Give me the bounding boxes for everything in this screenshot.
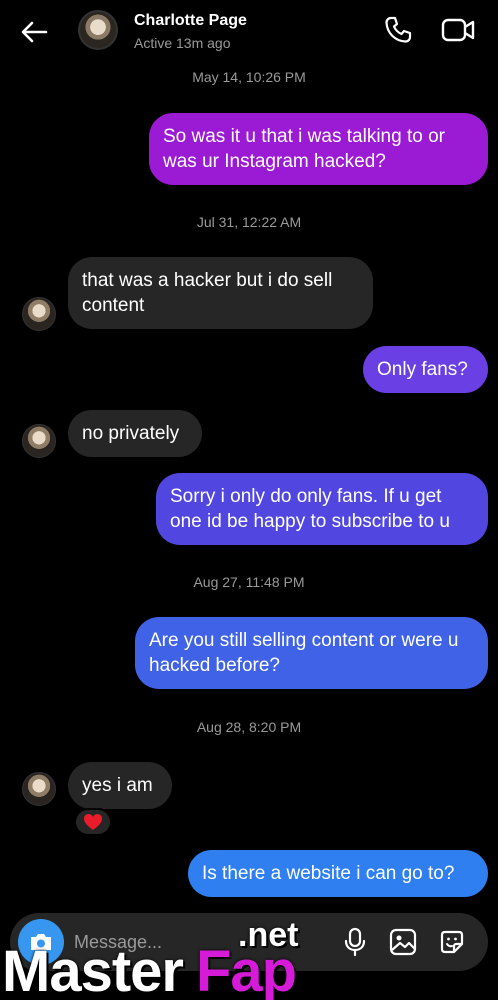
message-timestamp: Aug 28, 8:20 PM <box>196 719 302 735</box>
video-camera-icon[interactable] <box>440 14 476 46</box>
incoming-message[interactable]: yes i am <box>68 762 172 809</box>
contact-mini-avatar[interactable] <box>22 424 56 458</box>
camera-button[interactable] <box>18 919 64 965</box>
contact-avatar[interactable] <box>78 10 118 50</box>
message-timestamp: Jul 31, 12:22 AM <box>196 214 302 230</box>
incoming-message[interactable]: that was a hacker but i do sell content <box>68 257 373 329</box>
contact-mini-avatar[interactable] <box>22 772 56 806</box>
heart-icon <box>84 814 102 830</box>
sticker-icon[interactable] <box>437 927 467 957</box>
contact-status: Active 13m ago <box>134 35 231 51</box>
outgoing-message[interactable]: Are you still selling content or were u … <box>135 617 488 689</box>
outgoing-message[interactable]: Sorry i only do only fans. If u get one … <box>156 473 488 545</box>
outgoing-message[interactable]: Only fans? <box>363 346 488 393</box>
message-timestamp: May 14, 10:26 PM <box>192 69 306 85</box>
message-input[interactable] <box>74 929 314 955</box>
outgoing-message[interactable]: So was it u that i was talking to or was… <box>149 113 488 185</box>
incoming-message[interactable]: no privately <box>68 410 202 457</box>
contact-mini-avatar[interactable] <box>22 297 56 331</box>
image-icon[interactable] <box>388 927 418 957</box>
microphone-icon[interactable] <box>342 927 368 957</box>
contact-name[interactable]: Charlotte Page <box>134 12 247 30</box>
arrow-left-icon[interactable] <box>18 16 50 48</box>
message-timestamp: Aug 27, 11:48 PM <box>193 574 305 590</box>
chat-header: Charlotte Page Active 13m ago <box>0 0 498 62</box>
camera-icon <box>31 934 51 950</box>
outgoing-message[interactable]: Is there a website i can go to? <box>188 850 488 897</box>
heart-reaction[interactable] <box>74 808 112 836</box>
phone-icon[interactable] <box>382 14 414 46</box>
